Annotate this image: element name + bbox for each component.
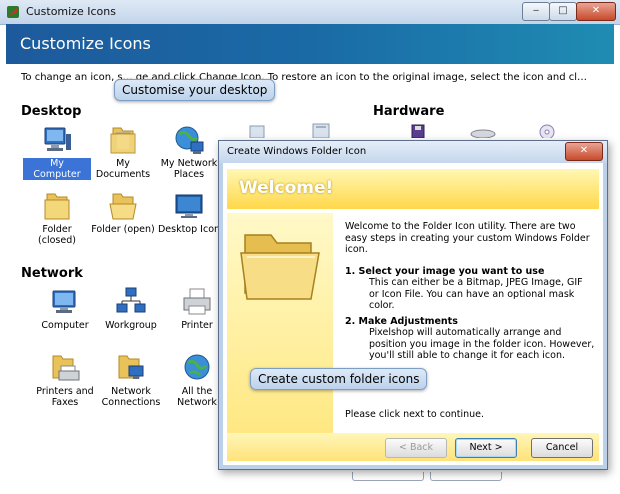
dialog-title: Create Windows Folder Icon [227, 146, 367, 157]
icon-label: My Documents [95, 158, 151, 180]
instructions-text: To change an icon, s… ge and click Chang… [21, 72, 588, 83]
step-2-body: Pixelshop will automatically arrange and… [369, 327, 595, 361]
cd-drive-icon[interactable] [538, 123, 556, 138]
intro-text: Welcome to the Folder Icon utility. Ther… [345, 221, 590, 255]
create-folder-icon-dialog: Create Windows Folder Icon ✕ Welcome! We… [218, 140, 608, 470]
continue-text: Please click next to continue. [345, 409, 485, 420]
welcome-banner: Welcome! [227, 169, 599, 209]
dialog-body: Welcome! Welcome to the Folder Icon util… [223, 163, 603, 465]
icon-item-network-connections[interactable]: Network Connections [97, 352, 165, 408]
network-places-icon [175, 126, 204, 154]
next-button[interactable]: Next > [455, 438, 517, 458]
computer-icon [44, 127, 71, 151]
icon-item-printers-and-faxes[interactable]: Printers and Faxes [31, 352, 99, 408]
maximize-button[interactable]: □ [549, 2, 577, 21]
icon-item-my-network-places[interactable]: My Network Places [155, 124, 223, 180]
dialog-close-button[interactable]: ✕ [565, 142, 603, 161]
desktop-icon [175, 194, 203, 218]
app-icon [7, 6, 19, 18]
icon-label: Folder (open) [91, 224, 155, 235]
icon-label: Network Connections [101, 386, 161, 408]
dialog-content: Welcome to the Folder Icon utility. Ther… [345, 221, 595, 366]
dialog-titlebar[interactable]: Create Windows Folder Icon ✕ [219, 141, 607, 163]
folder-art-panel [227, 213, 333, 461]
floppy-drive-icon[interactable] [410, 124, 426, 138]
step-1-heading: 1. Select your image you want to use [345, 265, 545, 277]
icon-item-computer[interactable]: Computer [31, 286, 99, 331]
globe-icon [184, 354, 210, 380]
hard-drive-icon[interactable] [470, 128, 496, 138]
main-window-button-edge [430, 472, 502, 481]
close-button[interactable]: ✕ [576, 2, 616, 21]
icon-item-desktop-icon[interactable]: Desktop Icon [155, 190, 223, 235]
icon-label: Printers and Faxes [36, 386, 94, 408]
printers-faxes-icon [52, 355, 80, 381]
icon-item-folder-open[interactable]: Folder (open) [89, 190, 157, 235]
section-title-network: Network [21, 266, 83, 281]
main-titlebar[interactable]: Customize Icons ‒ □ ✕ [0, 0, 620, 25]
cancel-button[interactable]: Cancel [531, 438, 593, 458]
computer-icon [52, 290, 76, 313]
folder-icon [44, 193, 70, 220]
callout-customise-desktop: Customise your desktop [114, 79, 276, 101]
printer-icon [183, 288, 211, 315]
main-window-button-edge [352, 472, 424, 481]
section-title-hardware: Hardware [373, 104, 445, 119]
folder-icon [110, 127, 136, 154]
dialog-button-bar: < Back Next > Cancel [227, 433, 599, 461]
welcome-title: Welcome! [239, 178, 334, 198]
workgroup-icon [116, 287, 146, 313]
icon-label: My Network Places [160, 158, 218, 180]
header-band: Customize Icons [6, 24, 614, 64]
back-button[interactable]: < Back [385, 438, 447, 458]
large-folder-icon [240, 234, 320, 300]
icon-label: Computer [41, 320, 89, 331]
recycle-bin-full-icon[interactable] [310, 122, 332, 138]
minimize-button[interactable]: ‒ [522, 2, 550, 21]
network-connections-icon [118, 355, 144, 379]
callout-custom-folder-icons: Create custom folder icons [250, 368, 428, 390]
icon-label: My Computer [23, 158, 91, 180]
page-title: Customize Icons [20, 34, 151, 53]
icon-label: Desktop Icon [157, 224, 221, 235]
icon-item-my-documents[interactable]: My Documents [89, 124, 157, 180]
section-title-desktop: Desktop [21, 104, 82, 119]
recycle-bin-icon[interactable] [247, 124, 267, 138]
icon-label: Folder (closed) [38, 224, 76, 246]
icon-item-workgroup[interactable]: Workgroup [97, 286, 165, 331]
step-1-body: This can either be a Bitmap, JPEG Image,… [369, 277, 583, 311]
step-2-heading: 2. Make Adjustments [345, 315, 458, 327]
folder-open-icon [109, 193, 137, 220]
icon-item-folder-closed[interactable]: Folder (closed) [23, 190, 91, 246]
icon-item-my-computer[interactable]: My Computer [23, 124, 91, 180]
icon-label: Workgroup [105, 320, 157, 331]
window-title: Customize Icons [26, 5, 116, 18]
